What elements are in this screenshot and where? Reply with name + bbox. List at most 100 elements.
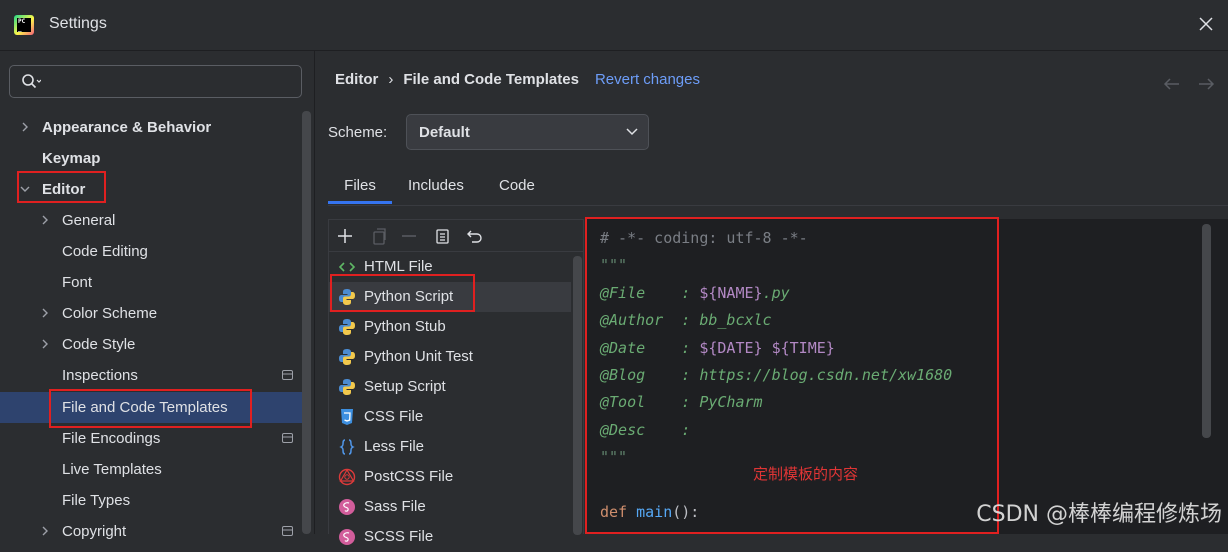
- window-title: Settings: [49, 15, 107, 32]
- code-line: @File : ${NAME}.py: [600, 280, 952, 307]
- sidebar-item-label: Color Scheme: [62, 305, 158, 322]
- sidebar-item-label: Live Templates: [62, 461, 162, 478]
- sidebar-item-file-encodings[interactable]: File Encodings: [0, 423, 302, 454]
- less-icon: [339, 439, 355, 455]
- template-item-label: Less File: [364, 438, 425, 455]
- code-line: @Author : bb_bcxlc: [600, 311, 772, 330]
- breadcrumb-separator: ›: [388, 71, 394, 88]
- template-list-panel: HTML File Python Script Python Stub Python …: [328, 219, 584, 545]
- tab-includes[interactable]: Includes: [408, 171, 464, 204]
- nav-arrows: [1162, 75, 1222, 93]
- code-token: def: [600, 502, 637, 521]
- template-item-label: SCSS File: [364, 528, 434, 545]
- chevron-right-icon[interactable]: [20, 122, 30, 132]
- sidebar-item-editor[interactable]: Editor: [0, 174, 302, 205]
- tab-code[interactable]: Code: [499, 171, 535, 204]
- watermark: CSDN @棒棒编程修炼场: [976, 502, 1222, 527]
- back-arrow-icon[interactable]: [1162, 75, 1186, 93]
- project-scope-icon: [282, 370, 293, 380]
- reset-icon[interactable]: [465, 226, 485, 246]
- template-item-label: PostCSS File: [364, 468, 454, 485]
- sidebar-item-inspections[interactable]: Inspections: [0, 360, 302, 391]
- template-list-scrollbar[interactable]: [573, 256, 582, 535]
- template-item-sass-file[interactable]: Sass File: [329, 492, 571, 522]
- close-icon[interactable]: [1198, 16, 1214, 32]
- code-token: @Date :: [600, 338, 700, 357]
- template-item-python-script[interactable]: Python Script: [329, 282, 571, 312]
- template-item-less-file[interactable]: Less File: [329, 432, 571, 462]
- python-icon: [339, 319, 355, 335]
- chevron-right-icon[interactable]: [40, 308, 50, 318]
- chevron-right-icon[interactable]: [40, 339, 50, 349]
- template-item-postcss-file[interactable]: PostCSS File: [329, 462, 571, 492]
- breadcrumb: Editor › File and Code Templates Revert cha…: [335, 71, 700, 88]
- forward-arrow-icon[interactable]: [1196, 75, 1220, 93]
- editor-scrollbar[interactable]: [1202, 224, 1211, 438]
- template-editor[interactable]: # -*- coding: utf-8 -*- """ @File : ${NA…: [586, 219, 1228, 534]
- sidebar-item-label: Font: [62, 274, 93, 291]
- copy-template-icon[interactable]: [369, 226, 389, 246]
- sidebar-item-file-types[interactable]: File Types: [0, 485, 302, 516]
- template-item-python-stub[interactable]: Python Stub: [329, 312, 571, 342]
- template-item-html-file[interactable]: HTML File: [329, 252, 571, 282]
- sidebar-item-label: Keymap: [42, 150, 101, 167]
- code-line: # -*- coding: utf-8 -*-: [600, 229, 808, 247]
- template-item-label: Python Script: [364, 288, 454, 305]
- annotation-text: 定制模板的内容: [753, 465, 859, 483]
- chevron-right-icon[interactable]: [40, 215, 50, 225]
- sidebar-item-keymap[interactable]: Keymap: [0, 143, 302, 174]
- sidebar-item-color-scheme[interactable]: Color Scheme: [0, 298, 302, 329]
- template-item-label: Sass File: [364, 498, 426, 515]
- code-line: @Desc :: [600, 420, 691, 439]
- chevron-down-icon[interactable]: [20, 184, 30, 194]
- code-line: @Tool : PyCharm: [600, 393, 763, 412]
- template-item-label: CSS File: [364, 408, 424, 425]
- sass-icon: [339, 529, 355, 545]
- sidebar-item-font[interactable]: Font: [0, 267, 302, 298]
- code-token: ${TIME}: [771, 338, 835, 357]
- sidebar-item-label: Appearance & Behavior: [42, 119, 212, 136]
- code-line: @Blog : https://blog.csdn.net/xw1680: [600, 365, 953, 384]
- sidebar-item-copyright[interactable]: Copyright: [0, 516, 302, 547]
- sidebar-item-general[interactable]: General: [0, 205, 302, 236]
- template-item-css-file[interactable]: CSS File: [329, 402, 571, 432]
- code-line: @Date : ${DATE} ${TIME}: [600, 335, 952, 362]
- add-icon[interactable]: [335, 226, 355, 246]
- clipboard-icon[interactable]: [433, 226, 453, 246]
- project-scope-icon: [282, 526, 293, 536]
- title-bar: PC _ Settings: [0, 0, 1228, 51]
- remove-icon[interactable]: [399, 226, 419, 246]
- sidebar-item-label: Inspections: [62, 367, 138, 384]
- chevron-down-icon: [626, 128, 638, 136]
- sidebar-item-file-and-code-templates[interactable]: File and Code Templates: [0, 392, 302, 423]
- code-token: .py: [762, 283, 790, 302]
- sidebar-scrollbar[interactable]: [302, 111, 311, 534]
- css-icon: [341, 409, 353, 425]
- search-input[interactable]: [48, 72, 292, 94]
- code-line: """: [600, 256, 628, 275]
- code-token: @File :: [600, 283, 700, 302]
- revert-changes-link[interactable]: Revert changes: [595, 71, 700, 88]
- tab-files[interactable]: Files: [328, 171, 392, 204]
- template-item-setup-script[interactable]: Setup Script: [329, 372, 571, 402]
- sidebar-item-appearance-behavior[interactable]: Appearance & Behavior: [0, 112, 302, 143]
- sidebar-item-live-templates[interactable]: Live Templates: [0, 454, 302, 485]
- sidebar-item-code-style[interactable]: Code Style: [0, 329, 302, 360]
- pycharm-logo-icon: PC _: [14, 15, 34, 35]
- chevron-right-icon[interactable]: [40, 526, 50, 536]
- sass-icon: [339, 499, 355, 515]
- sidebar-item-code-editing[interactable]: Code Editing: [0, 236, 302, 267]
- postcss-icon: [338, 468, 356, 486]
- sidebar-item-label: File Types: [62, 492, 131, 509]
- code-token: ${DATE}: [699, 338, 763, 357]
- scheme-dropdown[interactable]: Default: [406, 114, 649, 150]
- python-icon: [339, 349, 355, 365]
- python-icon: [339, 379, 355, 395]
- template-item-python-unit-test[interactable]: Python Unit Test: [329, 342, 571, 372]
- sidebar-item-label: Code Editing: [62, 243, 148, 260]
- breadcrumb-editor[interactable]: Editor: [335, 71, 378, 88]
- search-field[interactable]: [9, 65, 302, 98]
- template-item-scss-file[interactable]: SCSS File: [329, 522, 571, 552]
- sidebar-item-label: File and Code Templates: [62, 399, 228, 416]
